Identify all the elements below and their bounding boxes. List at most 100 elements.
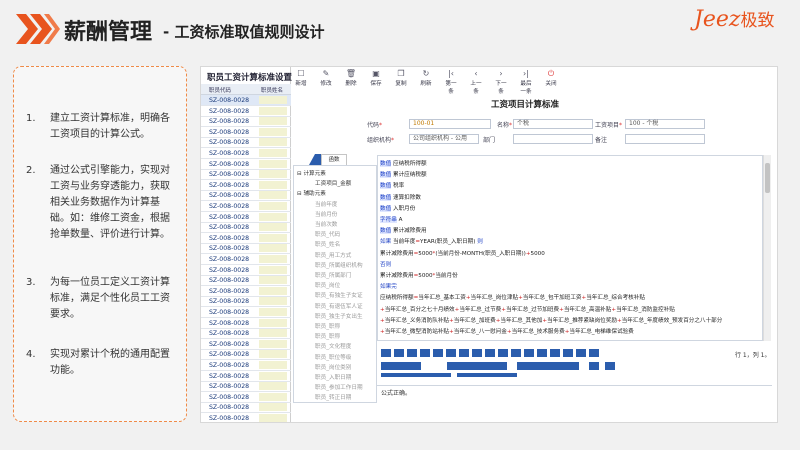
tab-functions[interactable]: 函数 — [321, 154, 347, 165]
palette-button[interactable] — [576, 349, 586, 357]
table-row[interactable]: SZ-008-0028 — [201, 254, 291, 265]
tree-node[interactable]: 职员_文化程度 — [315, 342, 351, 350]
palette-button[interactable] — [420, 349, 430, 357]
code-input[interactable]: 100-01 — [409, 119, 491, 129]
上一条-button[interactable]: ‹ 上一条 — [468, 68, 484, 95]
table-row[interactable]: SZ-008-0028 — [201, 201, 291, 212]
tree-node[interactable]: 职员_参加工作日期 — [315, 383, 363, 391]
palette-button[interactable] — [459, 349, 469, 357]
table-row[interactable]: SZ-008-0028 — [201, 296, 291, 308]
palette-button[interactable] — [447, 362, 507, 370]
tree-node[interactable]: 职员_有独生子女证 — [315, 291, 363, 299]
note-input[interactable] — [625, 134, 705, 144]
tree-node[interactable]: ⊟ 计算元素 — [297, 169, 326, 177]
palette-button[interactable] — [550, 349, 560, 357]
tree-node[interactable]: 职员_有退伍军人证 — [315, 302, 363, 310]
org-select[interactable]: 公司组织机构 - 公用 — [409, 134, 479, 144]
table-row[interactable]: SZ-008-0028 — [201, 180, 291, 191]
table-row[interactable]: SZ-008-0028 — [201, 243, 291, 255]
table-row[interactable]: SZ-008-0028 — [201, 159, 291, 170]
table-row[interactable]: SZ-008-0028 — [201, 328, 291, 340]
palette-button[interactable] — [433, 349, 443, 357]
tree-node[interactable]: 职员_独生子女出生 — [315, 312, 363, 320]
palette-button[interactable] — [457, 373, 517, 377]
formula-editor[interactable]: 数值 应纳税所得额 数值 累计应纳税额 数值 税率 数值 速算扣除数 数值 入职月份 字符… — [377, 155, 763, 341]
table-row[interactable]: SZ-008-0028 — [201, 307, 291, 318]
palette-button[interactable] — [517, 362, 579, 370]
tree-node[interactable]: 职员_职称 — [315, 332, 340, 340]
table-row[interactable]: SZ-008-0028 — [201, 137, 291, 149]
table-row[interactable]: SZ-008-0028 — [201, 286, 291, 297]
新增-button[interactable]: ☐ 新增 — [293, 68, 309, 87]
tree-node[interactable]: 职员_转正日期 — [315, 393, 351, 401]
tree-node[interactable]: 当前年度 — [315, 200, 337, 208]
复制-button[interactable]: ❐ 复制 — [393, 68, 409, 87]
tree-node[interactable]: 职员_所属部门 — [315, 271, 351, 279]
tree-node[interactable]: 职员_岗位 — [315, 281, 340, 289]
palette-button[interactable] — [563, 349, 573, 357]
palette-button[interactable] — [498, 349, 508, 357]
table-row[interactable]: SZ-008-0028 — [201, 190, 291, 202]
最后一条-button[interactable]: ›| 最后一条 — [518, 68, 534, 95]
table-row[interactable]: SZ-008-0028 — [201, 95, 291, 106]
palette-button[interactable] — [589, 349, 599, 357]
删除-button[interactable]: 🗑 删除 — [343, 68, 359, 87]
tree-node[interactable]: 职员_姓名 — [315, 240, 340, 248]
table-row[interactable]: SZ-008-0028 — [201, 148, 291, 159]
tree-node[interactable]: 工资项目_金额 — [315, 179, 351, 187]
palette-button[interactable] — [524, 349, 534, 357]
palette-button[interactable] — [537, 349, 547, 357]
table-row[interactable]: SZ-008-0028 — [201, 265, 291, 276]
palette-button[interactable] — [589, 362, 599, 370]
table-row[interactable]: SZ-008-0028 — [201, 275, 291, 287]
tree-node[interactable]: 当前次数 — [315, 220, 337, 228]
table-row[interactable]: SZ-008-0028 — [201, 233, 291, 244]
palette-button[interactable] — [511, 349, 521, 357]
tree-node[interactable]: 当前月份 — [315, 210, 337, 218]
修改-button[interactable]: ✎ 修改 — [318, 68, 334, 87]
table-row[interactable]: SZ-008-0028 — [201, 222, 291, 234]
tree-node[interactable]: 职员_入职日期 — [315, 373, 351, 381]
table-row[interactable]: SZ-008-0028 — [201, 392, 291, 403]
tree-node[interactable]: 职员_职位等级 — [315, 353, 351, 361]
table-row[interactable]: SZ-008-0028 — [201, 371, 291, 382]
第一条-button[interactable]: |‹ 第一条 — [443, 68, 459, 95]
table-row[interactable]: SZ-008-0028 — [201, 106, 291, 117]
table-row[interactable]: SZ-008-0028 — [201, 381, 291, 393]
tree-node[interactable]: 职员_用工方式 — [315, 251, 351, 259]
code-line: 否则 — [380, 261, 392, 268]
tree-node[interactable]: 职员_代码 — [315, 230, 340, 238]
table-row[interactable]: SZ-008-0028 — [201, 413, 291, 422]
保存-button[interactable]: ▣ 保存 — [368, 68, 384, 87]
item-select[interactable]: 100 - 个税 — [625, 119, 705, 129]
palette-button[interactable] — [446, 349, 456, 357]
palette-button[interactable] — [394, 349, 404, 357]
tree-node[interactable]: 职员_岗位类别 — [315, 363, 351, 371]
table-row[interactable]: SZ-008-0028 — [201, 402, 291, 414]
palette-button[interactable] — [407, 349, 417, 357]
tree-node[interactable]: 职员_职称 — [315, 322, 340, 330]
table-row[interactable]: SZ-008-0028 — [201, 127, 291, 138]
table-row[interactable]: SZ-008-0028 — [201, 349, 291, 361]
name-input[interactable]: 个税 — [513, 119, 593, 129]
tree-node[interactable]: 职员_所属组织机构 — [315, 261, 363, 269]
table-row[interactable]: SZ-008-0028 — [201, 339, 291, 350]
palette-button[interactable] — [381, 349, 391, 357]
下一条-button[interactable]: › 下一条 — [493, 68, 509, 95]
dept-select[interactable] — [513, 134, 593, 144]
palette-button[interactable] — [605, 362, 615, 370]
tree-node[interactable]: ⊟ 辅助元素 — [297, 189, 326, 197]
palette-button[interactable] — [472, 349, 482, 357]
table-row[interactable]: SZ-008-0028 — [201, 169, 291, 181]
employee-code: SZ-008-0028 — [209, 118, 250, 126]
palette-button[interactable] — [381, 362, 421, 370]
editor-scrollbar[interactable] — [763, 155, 771, 341]
palette-button[interactable] — [381, 373, 451, 377]
table-row[interactable]: SZ-008-0028 — [201, 116, 291, 128]
刷新-button[interactable]: ↻ 刷新 — [418, 68, 434, 87]
关闭-button[interactable]: ⏻ 关闭 — [543, 68, 559, 87]
palette-button[interactable] — [485, 349, 495, 357]
table-row[interactable]: SZ-008-0028 — [201, 360, 291, 371]
table-row[interactable]: SZ-008-0028 — [201, 318, 291, 329]
table-row[interactable]: SZ-008-0028 — [201, 212, 291, 223]
